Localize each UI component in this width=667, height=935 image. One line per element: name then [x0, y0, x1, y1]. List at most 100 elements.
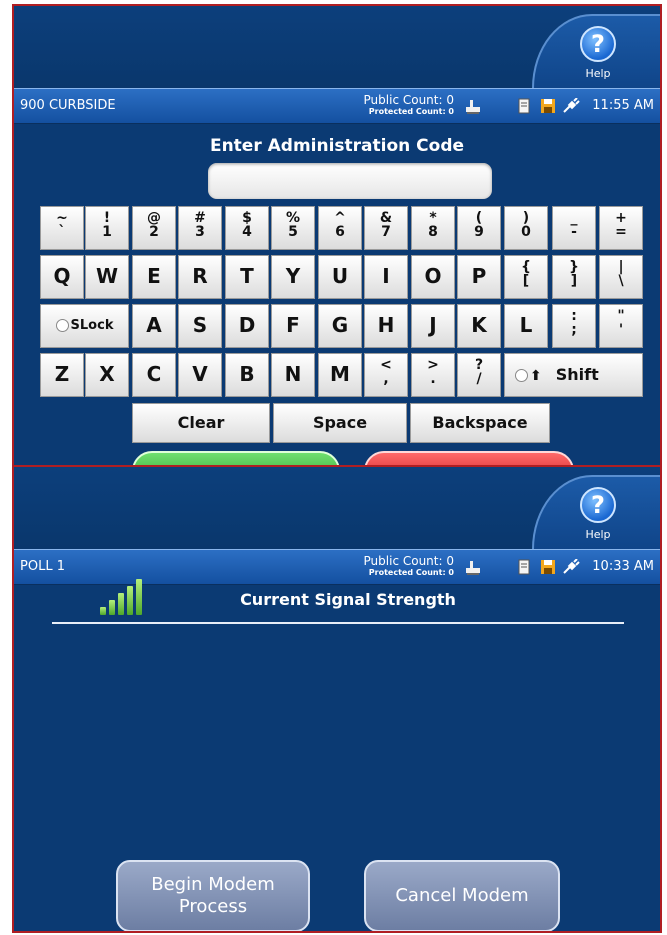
key-top-char: ? [474, 357, 484, 373]
key-7[interactable]: & 7 [364, 206, 408, 250]
key-w[interactable]: W [85, 255, 129, 299]
key-q[interactable]: Q [40, 255, 84, 299]
key-6[interactable]: ^ 6 [318, 206, 362, 250]
key-bottom-char: 9 [474, 224, 484, 240]
key-v[interactable]: V [178, 353, 222, 397]
cancel-modem-button[interactable]: Cancel Modem [364, 860, 560, 931]
key-x[interactable]: X [85, 353, 129, 397]
key-1[interactable]: ! 1 [85, 206, 129, 250]
key-top-char: ! [103, 210, 111, 226]
status-bar: 900 CURBSIDE Public Count: 0 Protected C… [14, 88, 660, 124]
key-a[interactable]: A [132, 304, 176, 348]
space-key[interactable]: Space [273, 403, 407, 443]
ballot-counts: Public Count: 0 Protected Count: 0 [364, 94, 454, 118]
begin-modem-label: Begin Modem Process [151, 874, 275, 917]
key-tilde[interactable]: ~ ` [40, 206, 84, 250]
key-m[interactable]: M [318, 353, 362, 397]
key-8[interactable]: * 8 [411, 206, 455, 250]
help-label: Help [585, 67, 611, 80]
document-icon [516, 98, 532, 118]
key-bottom-char: 2 [149, 224, 159, 240]
document-icon [516, 559, 532, 579]
key-bottom-char: = [615, 224, 627, 240]
protected-count: Protected Count: 0 [368, 568, 454, 577]
key-equals[interactable]: + = [599, 206, 643, 250]
key-k[interactable]: K [457, 304, 501, 348]
key-t[interactable]: T [225, 255, 269, 299]
public-count: Public Count: 0 [363, 93, 454, 107]
key-5[interactable]: % 5 [271, 206, 315, 250]
key-p[interactable]: P [457, 255, 501, 299]
help-button[interactable]: ? Help [532, 475, 660, 551]
printer-icon [464, 98, 482, 118]
key-s[interactable]: S [178, 304, 222, 348]
key-bracket-close[interactable]: }] [552, 255, 596, 299]
key-2[interactable]: @2 [132, 206, 176, 250]
key-top-char: & [379, 210, 393, 226]
key-l[interactable]: L [504, 304, 548, 348]
key-r[interactable]: R [178, 255, 222, 299]
key-h[interactable]: H [364, 304, 408, 348]
key-bottom-char: - [571, 224, 577, 240]
key-bracket-open[interactable]: {[ [504, 255, 548, 299]
shift-key[interactable]: ⬆ Shift [504, 353, 643, 397]
key-bottom-char: 6 [335, 224, 345, 240]
key-bottom-char: ' [618, 322, 624, 338]
ballot-counts: Public Count: 0 Protected Count: 0 [364, 555, 454, 579]
key-top-char: $ [242, 210, 252, 226]
key-comma[interactable]: <, [364, 353, 408, 397]
key-backslash[interactable]: | \ [599, 255, 643, 299]
key-bottom-char: ; [571, 322, 577, 338]
backspace-key[interactable]: Backspace [410, 403, 550, 443]
key-bottom-char: 0 [521, 224, 531, 240]
key-i[interactable]: I [364, 255, 408, 299]
key-n[interactable]: N [271, 353, 315, 397]
key-4[interactable]: $4 [225, 206, 269, 250]
divider [52, 622, 624, 624]
key-bottom-char: 7 [381, 224, 391, 240]
key-f[interactable]: F [271, 304, 315, 348]
admin-code-input[interactable] [208, 163, 492, 199]
key-j[interactable]: J [411, 304, 455, 348]
key-semicolon[interactable]: :; [552, 304, 596, 348]
key-minus[interactable]: _ - [552, 206, 596, 250]
key-y[interactable]: Y [271, 255, 315, 299]
key-quote[interactable]: " ' [599, 304, 643, 348]
key-u[interactable]: U [318, 255, 362, 299]
key-bottom-char: 5 [288, 224, 298, 240]
key-z[interactable]: Z [40, 353, 84, 397]
key-bottom-char: . [430, 371, 436, 387]
key-c[interactable]: C [132, 353, 176, 397]
top-header: ? Help [14, 6, 660, 90]
key-bottom-char: 1 [102, 224, 112, 240]
key-slash[interactable]: ? / [457, 353, 501, 397]
location-label: POLL 1 [20, 559, 65, 574]
key-top-char: ~ [56, 210, 68, 226]
key-bottom-char: [ [522, 273, 530, 289]
clear-key[interactable]: Clear [132, 403, 270, 443]
key-top-char: # [194, 210, 206, 226]
help-button[interactable]: ? Help [532, 14, 660, 90]
key-bottom-char: / [476, 371, 482, 387]
key-3[interactable]: #3 [178, 206, 222, 250]
shift-lock-key[interactable]: SLock [40, 304, 129, 348]
key-0[interactable]: ) 0 [504, 206, 548, 250]
signal-strength-title: Current Signal Strength [240, 590, 456, 609]
key-9[interactable]: (9 [457, 206, 501, 250]
key-e[interactable]: E [132, 255, 176, 299]
key-top-char: % [285, 210, 301, 226]
printer-icon [464, 559, 482, 579]
begin-modem-button[interactable]: Begin Modem Process [116, 860, 310, 931]
help-icon: ? [580, 26, 616, 62]
key-top-char: @ [147, 210, 161, 226]
key-g[interactable]: G [318, 304, 362, 348]
key-b[interactable]: B [225, 353, 269, 397]
shift-indicator [515, 369, 528, 382]
key-bottom-char: 8 [428, 224, 438, 240]
key-bottom-char: 3 [195, 224, 205, 240]
key-period[interactable]: >. [411, 353, 455, 397]
key-d[interactable]: D [225, 304, 269, 348]
key-top-char: ) [522, 210, 530, 226]
key-o[interactable]: O [411, 255, 455, 299]
public-count: Public Count: 0 [363, 554, 454, 568]
